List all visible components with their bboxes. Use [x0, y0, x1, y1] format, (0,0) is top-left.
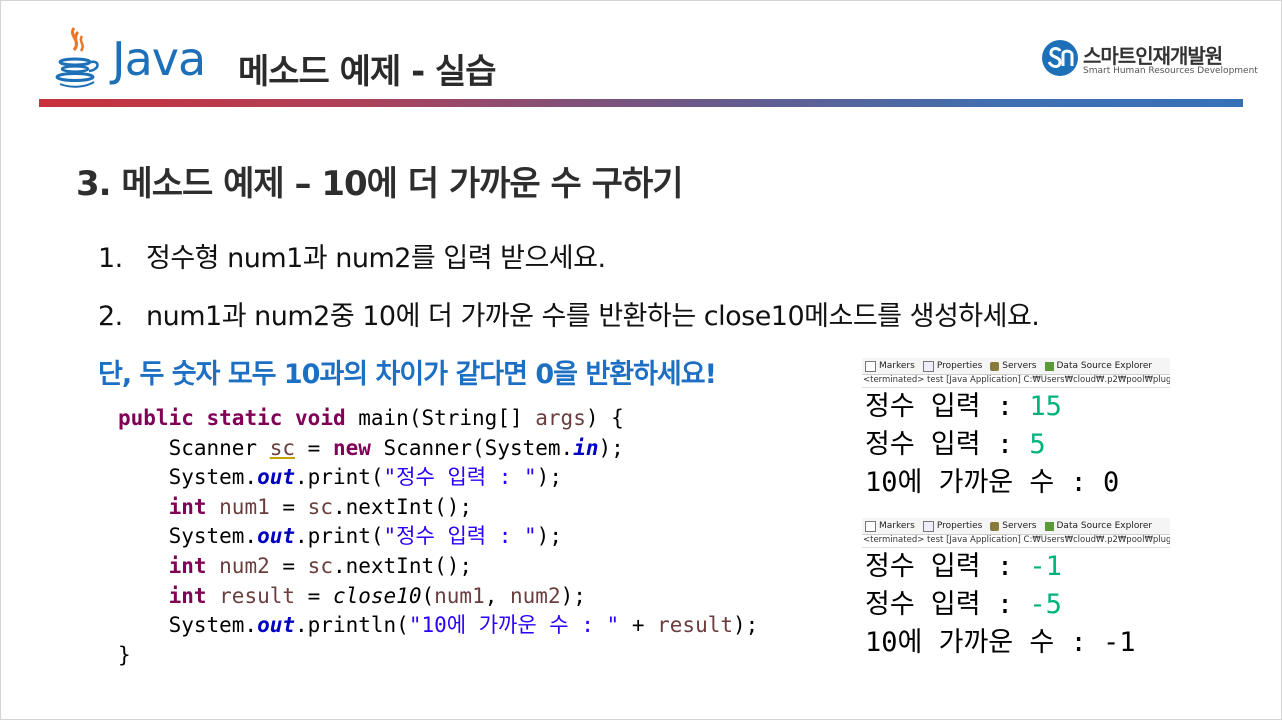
code-line: public static void main(String[] args) {	[118, 406, 624, 430]
console-panel: Markers Properties Servers Data Source E…	[862, 518, 1170, 662]
tab-servers[interactable]: Servers	[990, 521, 1037, 531]
tab-properties[interactable]: Properties	[922, 520, 982, 532]
list-item: 2. num1과 num2중 10에 더 가까운 수를 반환하는 close10메…	[98, 294, 1040, 333]
terminated-status: <terminated> test [Java Application] C:₩…	[862, 535, 1170, 548]
console-output-line: 10에 가까운 수 : -1	[865, 627, 1136, 658]
console-output-line: 정수 입력 : -1	[865, 551, 1062, 582]
section-heading: 3. 메소드 예제 – 10에 더 가까운 수 구하기	[76, 164, 684, 204]
tab-markers[interactable]: Markers	[865, 520, 915, 532]
properties-icon	[922, 360, 934, 372]
slide-title: 메소드 예제 - 실습	[238, 52, 497, 92]
code-line: int result = close10(num1, num2);	[168, 583, 586, 608]
terminated-status: <terminated> test [Java Application] C:₩…	[862, 375, 1170, 388]
tab-servers[interactable]: Servers	[990, 361, 1037, 371]
brand-logo-icon	[1042, 40, 1078, 76]
condition-note: 단, 두 숫자 모두 10과의 차이가 같다면 0을 반환하세요!	[98, 359, 717, 390]
console-output-line: 10에 가까운 수 : 0	[865, 467, 1120, 498]
list-item-number: 2.	[98, 301, 123, 332]
console-panel: Markers Properties Servers Data Source E…	[862, 358, 1170, 502]
code-line: System.out.println("10에 가까운 수 : " + resu…	[118, 613, 759, 638]
java-cup-icon	[55, 27, 99, 88]
list-item-number: 1.	[98, 243, 123, 274]
code-line: int num1 = sc.nextInt();	[168, 494, 473, 519]
list-item: 1. 정수형 num1과 num2를 입력 받으세요.	[98, 236, 606, 275]
console-tab-bar: Markers Properties Servers Data Source E…	[862, 358, 1170, 375]
markers-icon	[865, 520, 876, 532]
tab-markers[interactable]: Markers	[865, 360, 915, 372]
tab-properties[interactable]: Properties	[922, 360, 982, 372]
console-tab-bar: Markers Properties Servers Data Source E…	[862, 518, 1170, 535]
code-block: public static void main(String[] args) {…	[118, 404, 833, 680]
data-source-icon	[1044, 521, 1054, 531]
markers-icon	[865, 360, 876, 372]
servers-icon	[990, 521, 1000, 531]
tab-data-source-explorer[interactable]: Data Source Explorer	[1044, 521, 1152, 531]
code-line: System.out.print("정수 입력 : ");	[118, 524, 562, 549]
code-line: Scanner sc = new Scanner(System.in);	[118, 435, 624, 460]
tab-data-source-explorer[interactable]: Data Source Explorer	[1044, 361, 1152, 371]
brand-name: 스마트인재개발원	[1083, 44, 1223, 68]
code-line: System.out.print("정수 입력 : ");	[118, 465, 562, 490]
console-output-line: 정수 입력 : 15	[865, 391, 1062, 422]
brand-tagline: Smart Human Resources Development	[1083, 66, 1258, 76]
list-item-text: 정수형 num1과 num2를 입력 받으세요.	[146, 243, 606, 274]
console-output-line: 정수 입력 : -5	[865, 589, 1062, 620]
code-line: }	[118, 642, 131, 667]
servers-icon	[990, 361, 1000, 371]
console-output-line: 정수 입력 : 5	[865, 429, 1046, 460]
header-divider	[39, 99, 1243, 107]
list-item-text: num1과 num2중 10에 더 가까운 수를 반환하는 close10메소드…	[146, 301, 1040, 332]
code-line: int num2 = sc.nextInt();	[168, 553, 473, 578]
data-source-icon	[1044, 361, 1054, 371]
properties-icon	[922, 520, 934, 532]
java-logo-text: Java	[112, 32, 206, 86]
